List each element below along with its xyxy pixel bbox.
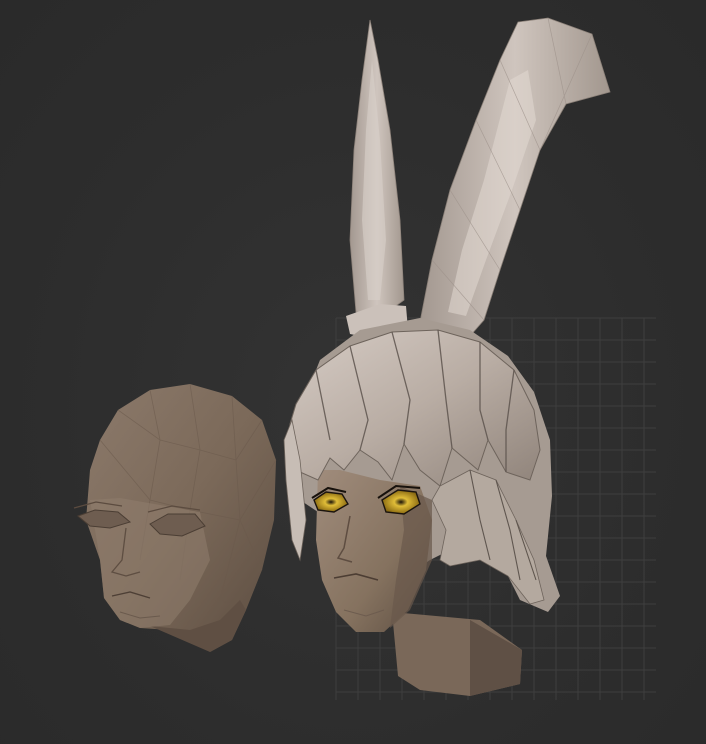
scene-canvas[interactable] [0, 0, 706, 744]
character-neck-shadow [470, 620, 522, 696]
stylized-rabbit-eared-character-head[interactable] [283, 17, 611, 696]
low-poly-head-base[interactable] [73, 383, 277, 652]
3d-viewport[interactable] [0, 0, 706, 744]
